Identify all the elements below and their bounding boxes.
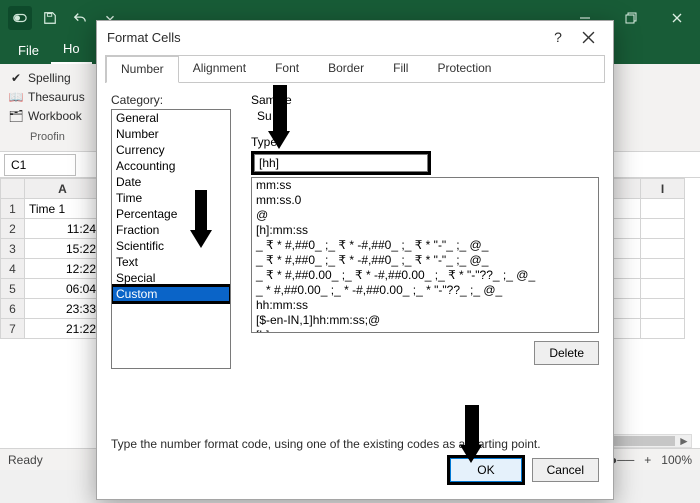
window-close-icon[interactable] (654, 0, 700, 36)
category-item[interactable]: Scientific (112, 238, 230, 254)
format-item[interactable]: _ ₹ * #,##0_ ;_ ₹ * -#,##0_ ;_ ₹ * "-"_ … (254, 238, 596, 253)
name-box[interactable]: C1 (4, 154, 76, 176)
workbook-stats-button[interactable]: 🗂Workbook (8, 108, 82, 124)
category-item-custom[interactable]: Custom (112, 286, 230, 302)
format-item[interactable]: _ ₹ * #,##0_ ;_ ₹ * -#,##0_ ;_ ₹ * "-"_ … (254, 253, 596, 268)
format-item[interactable]: mm:ss.0 (254, 193, 596, 208)
zoom-value: 100% (661, 453, 692, 467)
col-header-i[interactable]: I (641, 179, 685, 199)
category-item[interactable]: Special (112, 270, 230, 286)
spelling-button[interactable]: ✔Spelling (8, 70, 71, 86)
delete-button[interactable]: Delete (534, 341, 599, 365)
save-icon[interactable] (38, 6, 62, 30)
hint-text: Type the number format code, using one o… (97, 437, 613, 451)
thesaurus-button[interactable]: 📖Thesaurus (8, 89, 85, 105)
window-restore-icon[interactable] (608, 0, 654, 36)
category-item[interactable]: Percentage (112, 206, 230, 222)
format-item[interactable]: mm:ss (254, 178, 596, 193)
cell[interactable]: Time 1 (25, 199, 101, 219)
cancel-button[interactable]: Cancel (532, 458, 599, 482)
status-ready: Ready (8, 453, 43, 467)
tab-home[interactable]: Ho (51, 37, 92, 64)
dlg-tab-number[interactable]: Number (106, 56, 179, 83)
dlg-tab-fill[interactable]: Fill (379, 56, 423, 82)
dlg-tab-alignment[interactable]: Alignment (179, 56, 261, 82)
dialog-help-icon[interactable]: ? (545, 24, 571, 50)
category-list[interactable]: General Number Currency Accounting Date … (111, 109, 231, 369)
ok-button[interactable]: OK (450, 458, 521, 482)
format-item[interactable]: [$-en-IN,1]hh:mm:ss;@ (254, 313, 596, 328)
row-header[interactable]: 1 (1, 199, 25, 219)
ribbon-group-label: Proofin (30, 131, 65, 143)
category-item[interactable]: Date (112, 174, 230, 190)
dialog-tabs: Number Alignment Font Border Fill Protec… (105, 55, 605, 83)
format-cells-dialog: Format Cells ? Number Alignment Font Bor… (96, 20, 614, 500)
undo-icon[interactable] (68, 6, 92, 30)
format-item[interactable]: [h]:mm:ss (254, 223, 596, 238)
category-item[interactable]: Text (112, 254, 230, 270)
dlg-tab-protection[interactable]: Protection (423, 56, 506, 82)
format-item[interactable]: _ ₹ * #,##0.00_ ;_ ₹ * -#,##0.00_ ;_ ₹ *… (254, 268, 596, 283)
category-label: Category: (111, 93, 231, 107)
format-code-list[interactable]: mm:ss mm:ss.0 @ [h]:mm:ss _ ₹ * #,##0_ ;… (251, 177, 599, 333)
tab-file[interactable]: File (6, 39, 51, 64)
dialog-title: Format Cells (107, 30, 181, 45)
format-item[interactable]: @ (254, 208, 596, 223)
col-header-a[interactable]: A (25, 179, 101, 199)
category-item[interactable]: Fraction (112, 222, 230, 238)
spelling-label: Spelling (28, 71, 71, 85)
type-label: Type: (251, 135, 599, 149)
sample-label: Sample (251, 93, 599, 107)
autosave-toggle[interactable] (8, 6, 32, 30)
thesaurus-label: Thesaurus (28, 90, 85, 104)
sample-value: Su (257, 109, 599, 123)
format-item[interactable]: hh:mm:ss (254, 298, 596, 313)
dlg-tab-font[interactable]: Font (261, 56, 314, 82)
category-item[interactable]: Accounting (112, 158, 230, 174)
category-item[interactable]: Currency (112, 142, 230, 158)
category-item[interactable]: Time (112, 190, 230, 206)
dialog-close-icon[interactable] (571, 24, 605, 50)
type-input[interactable] (254, 154, 428, 172)
format-item[interactable]: _ * #,##0.00_ ;_ * -#,##0.00_ ;_ * "-"??… (254, 283, 596, 298)
format-item[interactable]: [h]:mm; (254, 328, 596, 333)
workbook-label: Workbook (28, 109, 82, 123)
scroll-right-icon[interactable]: ► (677, 435, 691, 447)
category-item[interactable]: Number (112, 126, 230, 142)
category-item[interactable]: General (112, 110, 230, 126)
dlg-tab-border[interactable]: Border (314, 56, 379, 82)
